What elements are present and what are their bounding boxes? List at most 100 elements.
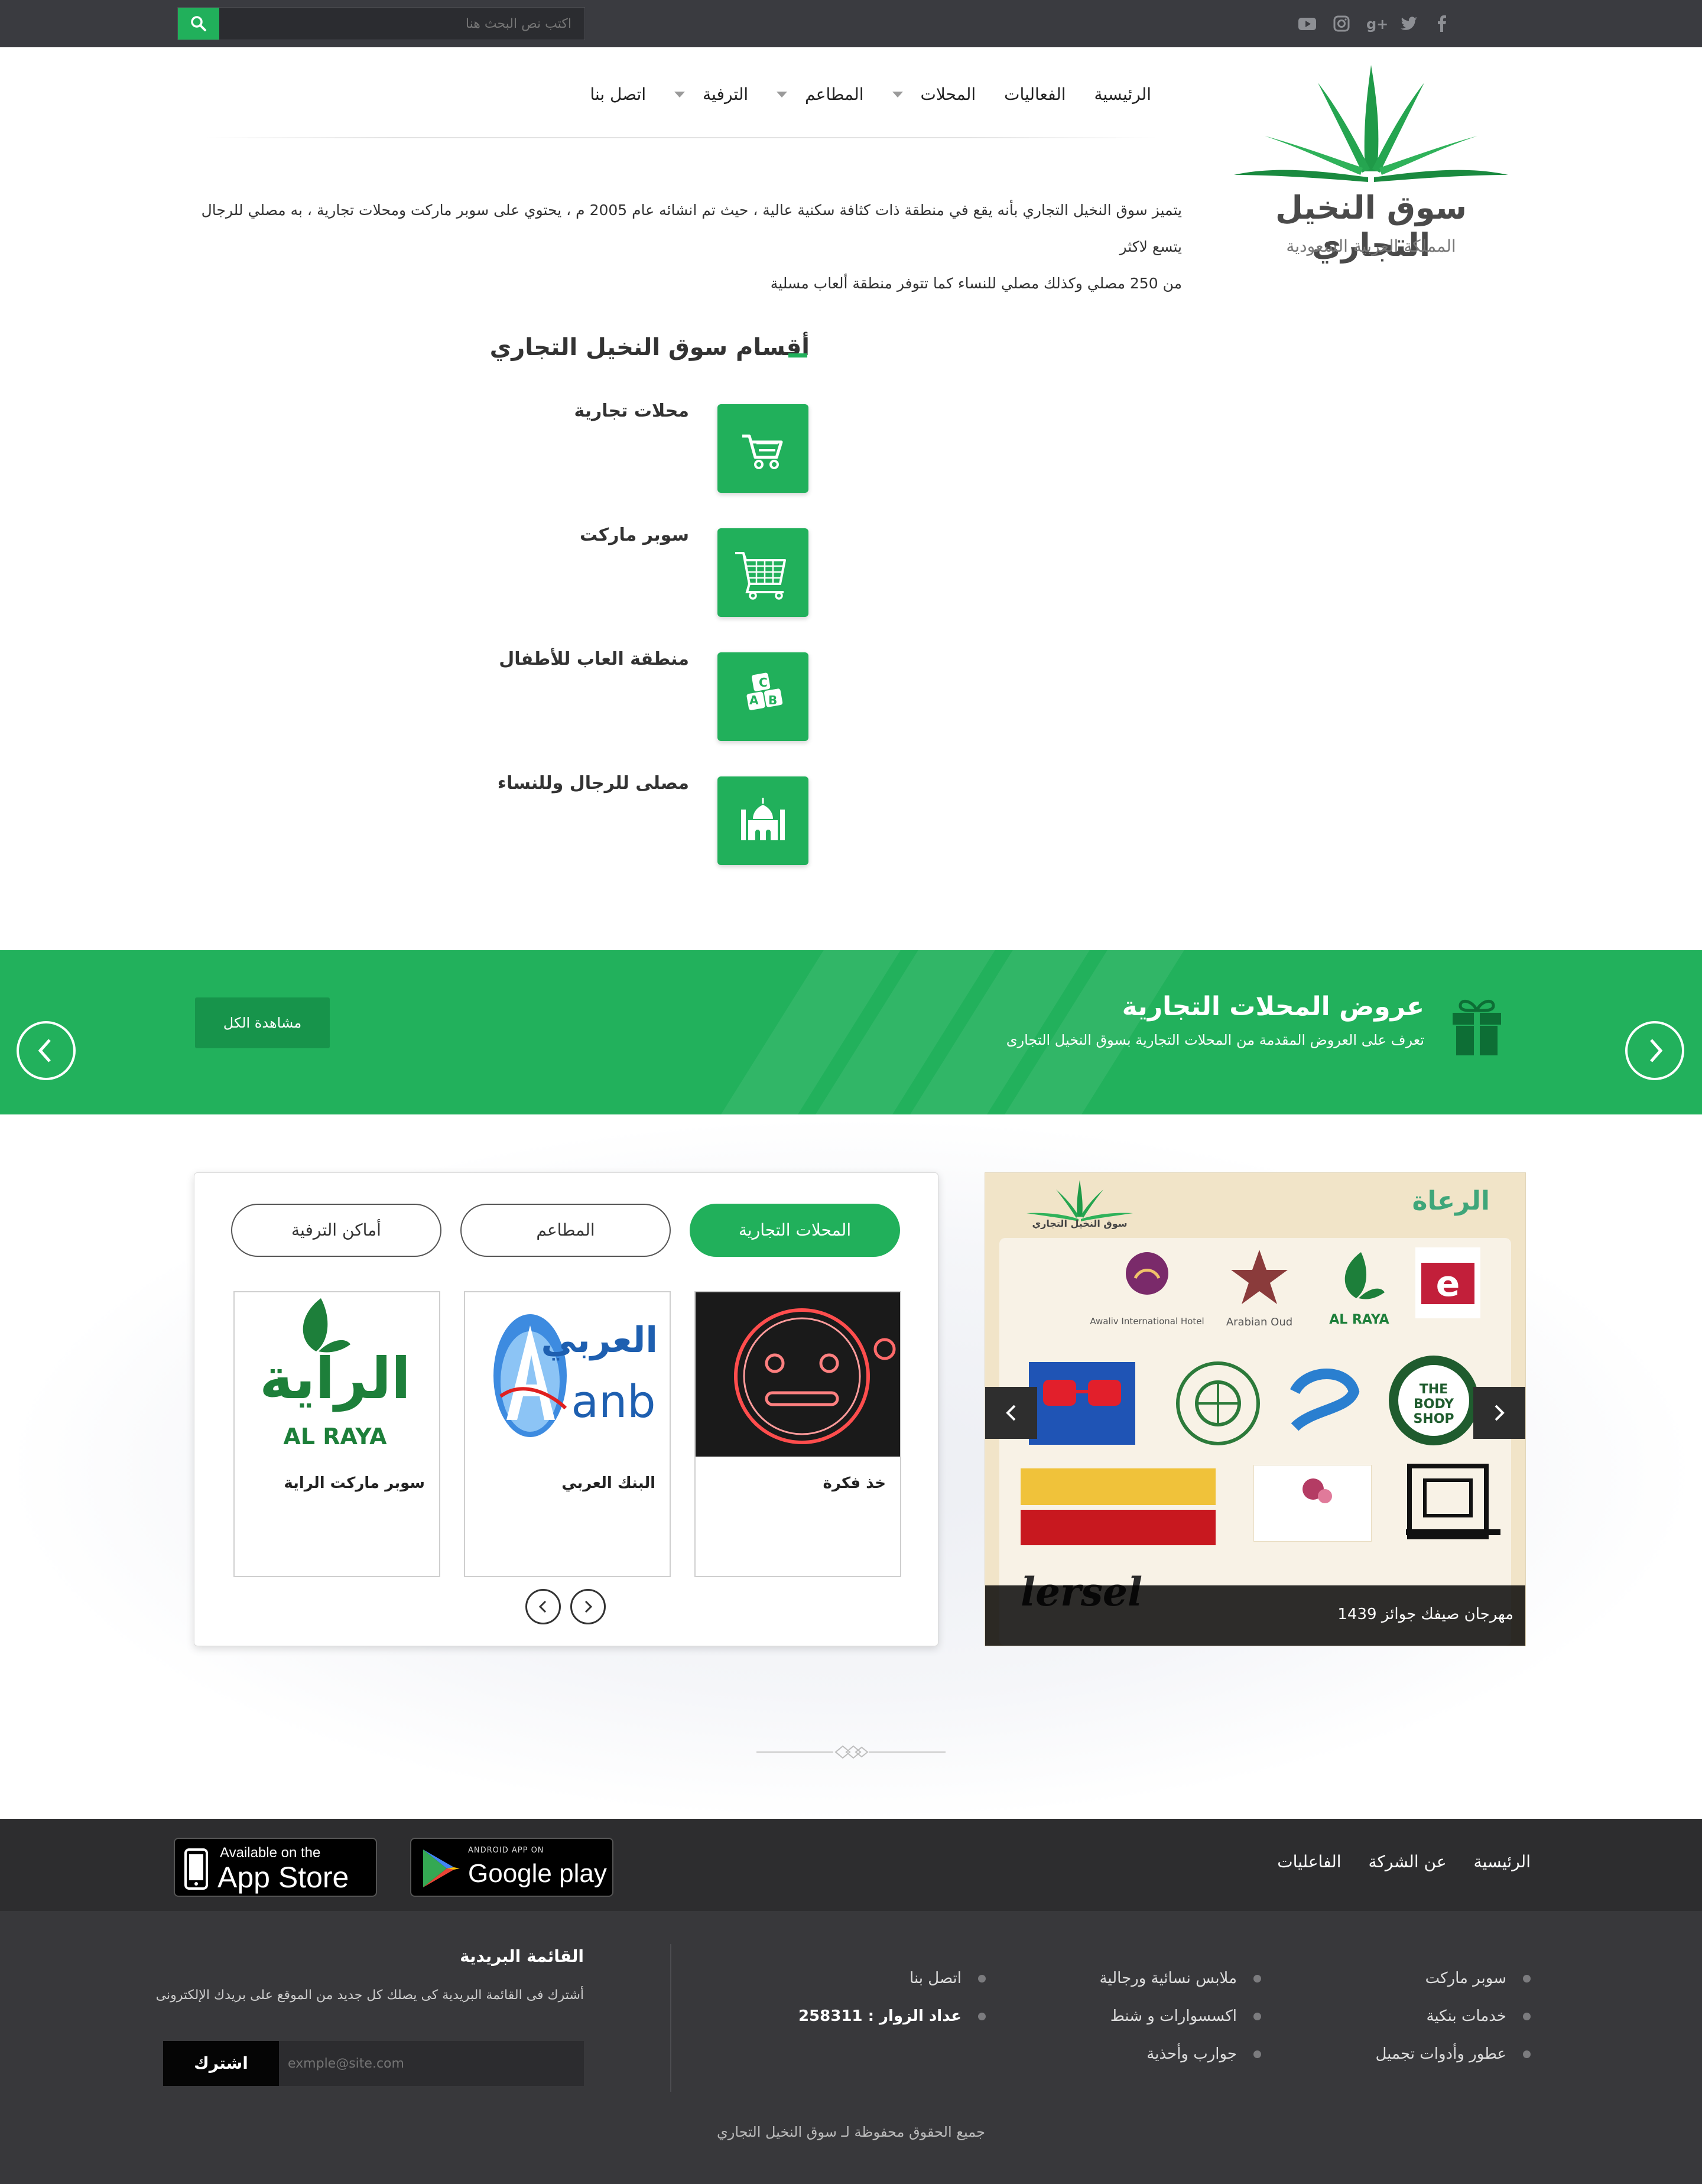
bullet-icon [1253, 1974, 1261, 1982]
view-all-button[interactable]: مشاهدة الكل [195, 997, 330, 1048]
bullet-icon [978, 1974, 986, 1982]
newsletter-email-input[interactable] [279, 2041, 584, 2086]
nav-home[interactable]: الرئيسية [1080, 77, 1165, 112]
sponsor-name: Arabian Oud [1226, 1316, 1293, 1328]
nav-label: المطاعم [805, 84, 864, 104]
footer-list-item[interactable]: اتصل بنا [773, 1959, 986, 1997]
chevron-left-icon [38, 1039, 51, 1062]
nav-events[interactable]: الفعاليات [990, 77, 1080, 112]
search-input[interactable] [219, 8, 584, 40]
sponsor-banner [1021, 1468, 1216, 1505]
banner-prev-button[interactable] [17, 1021, 76, 1080]
store-card[interactable]: العربي anb البنك العربي [464, 1291, 671, 1577]
sponsor-logo [1277, 1356, 1366, 1445]
search-button[interactable] [178, 8, 219, 40]
chevron-left-icon [538, 1600, 547, 1613]
svg-text:A: A [749, 693, 759, 707]
star-logo-icon [1231, 1250, 1288, 1304]
section-label[interactable]: محلات تجارية [394, 401, 689, 421]
store-card[interactable]: خذ فكرة [694, 1291, 901, 1577]
footer-item-label: خدمات بنكية [1426, 2007, 1506, 2025]
chevron-left-icon [1006, 1405, 1016, 1421]
app-store-badge[interactable]: Available on the App Store [174, 1838, 377, 1897]
google-badge-small: ANDROID APP ON [468, 1846, 544, 1855]
sponsor-logo [1171, 1356, 1265, 1451]
facebook-icon[interactable] [1430, 12, 1454, 35]
alraya-logo-text: الراية [259, 1346, 411, 1412]
app-store-big: App Store [217, 1861, 349, 1894]
abc-blocks-icon: C A B [746, 672, 783, 710]
footer-list-item[interactable]: سوبر ماركت [1282, 1959, 1531, 1997]
footer-link-events[interactable]: الفاعليات [1277, 1852, 1341, 1871]
nav-label: الرئيسية [1094, 84, 1151, 104]
mosque-icon [741, 798, 785, 840]
section-supermarket-tile[interactable] [717, 528, 808, 617]
site-logo[interactable]: سوق النخيل التجاري المملكة العربية السعو… [1217, 59, 1525, 272]
google-badge-big: Google play [468, 1859, 607, 1888]
twitter-icon[interactable] [1397, 12, 1421, 35]
tab-restaurants[interactable]: المطاعم [460, 1204, 671, 1257]
sponsor-logo [1021, 1468, 1216, 1545]
instagram-icon[interactable] [1330, 12, 1353, 35]
gift-icon [1453, 1000, 1501, 1055]
youtube-icon[interactable] [1295, 12, 1319, 35]
footer-item-label: عطور وأدوات تجميل [1375, 2045, 1506, 2063]
palm-leaves-logo-icon [1234, 65, 1508, 182]
cards-prev-button[interactable] [525, 1589, 561, 1624]
footer-item-label: سوبر ماركت [1425, 1970, 1506, 1987]
bullet-icon [1253, 2012, 1261, 2020]
footer-list-item[interactable]: عطور وأدوات تجميل [1282, 2035, 1531, 2073]
footer-column: سوبر ماركت خدمات بنكية عطور وأدوات تجميل [1282, 1959, 1531, 2073]
store-card[interactable]: الراية AL RAYA سوبر ماركت الراية [233, 1291, 440, 1577]
ornament-divider [756, 1745, 946, 1759]
bullet-icon [1523, 1974, 1531, 1982]
section-label[interactable]: سوبر ماركت [394, 525, 689, 545]
slider-prev-button[interactable] [985, 1387, 1037, 1439]
store-image: العربي anb [465, 1292, 670, 1457]
footer-list-item[interactable]: اكسسوارات و شنط [1013, 1997, 1261, 2035]
nav-entertainment[interactable]: الترفية [660, 77, 762, 112]
footer-link-home[interactable]: الرئيسية [1474, 1852, 1531, 1871]
section-shops-tile[interactable] [717, 404, 808, 493]
svg-text:g+: g+ [1366, 16, 1388, 32]
banner-next-button[interactable] [1625, 1021, 1684, 1080]
slider-next-button[interactable] [1473, 1387, 1525, 1439]
footer-list-item[interactable]: خدمات بنكية [1282, 1997, 1531, 2035]
bullet-icon [1253, 2050, 1261, 2058]
google-play-badge[interactable]: ANDROID APP ON Google play [410, 1838, 613, 1897]
footer-list-item[interactable]: جوارب وأحذية [1013, 2035, 1261, 2073]
svg-text:e: e [1436, 1263, 1460, 1305]
section-label[interactable]: مصلى للرجال وللنساء [394, 773, 689, 794]
subscribe-button[interactable]: اشترك [163, 2041, 279, 2086]
section-kids-tile[interactable]: C A B [717, 652, 808, 741]
google-play-icon [423, 1850, 460, 1887]
chevron-right-icon [1650, 1039, 1663, 1062]
slide-caption: مهرجان صيفك جوائز 1439 [1337, 1606, 1513, 1623]
footer-link-about[interactable]: عن الشركة [1369, 1852, 1447, 1871]
intro-text: يتميز سوق النخيل التجاري بأنه يقع في منط… [201, 192, 1182, 302]
chevron-down-icon [892, 92, 903, 98]
nav-contact[interactable]: اتصل بنا [576, 77, 660, 112]
google-plus-icon[interactable]: g+ [1364, 12, 1388, 35]
banner-subtitle: تعرف على العروض المقدمة من المحلات التجا… [1006, 1032, 1424, 1048]
section-mosque-tile[interactable] [717, 776, 808, 865]
tab-shops[interactable]: المحلات التجارية [690, 1204, 900, 1257]
nav-restaurants[interactable]: المطاعم [762, 77, 878, 112]
cards-next-button[interactable] [570, 1589, 606, 1624]
nav-label: الترفية [703, 84, 749, 104]
sponsor-logo: THE BODY SHOP [1383, 1350, 1484, 1451]
nav-shops[interactable]: المحلات [878, 77, 990, 112]
app-store-small: Available on the [220, 1845, 321, 1861]
tab-entertainment[interactable]: أماكن الترفية [231, 1204, 441, 1257]
glasses-logo-icon [1043, 1380, 1121, 1406]
footer-main: سوبر ماركت خدمات بنكية عطور وأدوات تجميل… [0, 1911, 1702, 2184]
visitor-counter-label: عداد الزوار : 258311 [798, 2007, 962, 2025]
sponsor-logo: e [1415, 1247, 1480, 1318]
footer-list-item[interactable]: ملابس نسائية ورجالية [1013, 1959, 1261, 1997]
sponsor-name: THE BODY SHOP [1413, 1382, 1454, 1426]
anb-logo-sub: anb [571, 1375, 656, 1428]
section-label[interactable]: منطقة العاب للأطفال [394, 649, 689, 670]
search-icon [191, 16, 206, 31]
footer-divider [670, 1944, 671, 2092]
directory-card: المحلات التجارية المطاعم أماكن الترفية خ… [194, 1172, 938, 1646]
